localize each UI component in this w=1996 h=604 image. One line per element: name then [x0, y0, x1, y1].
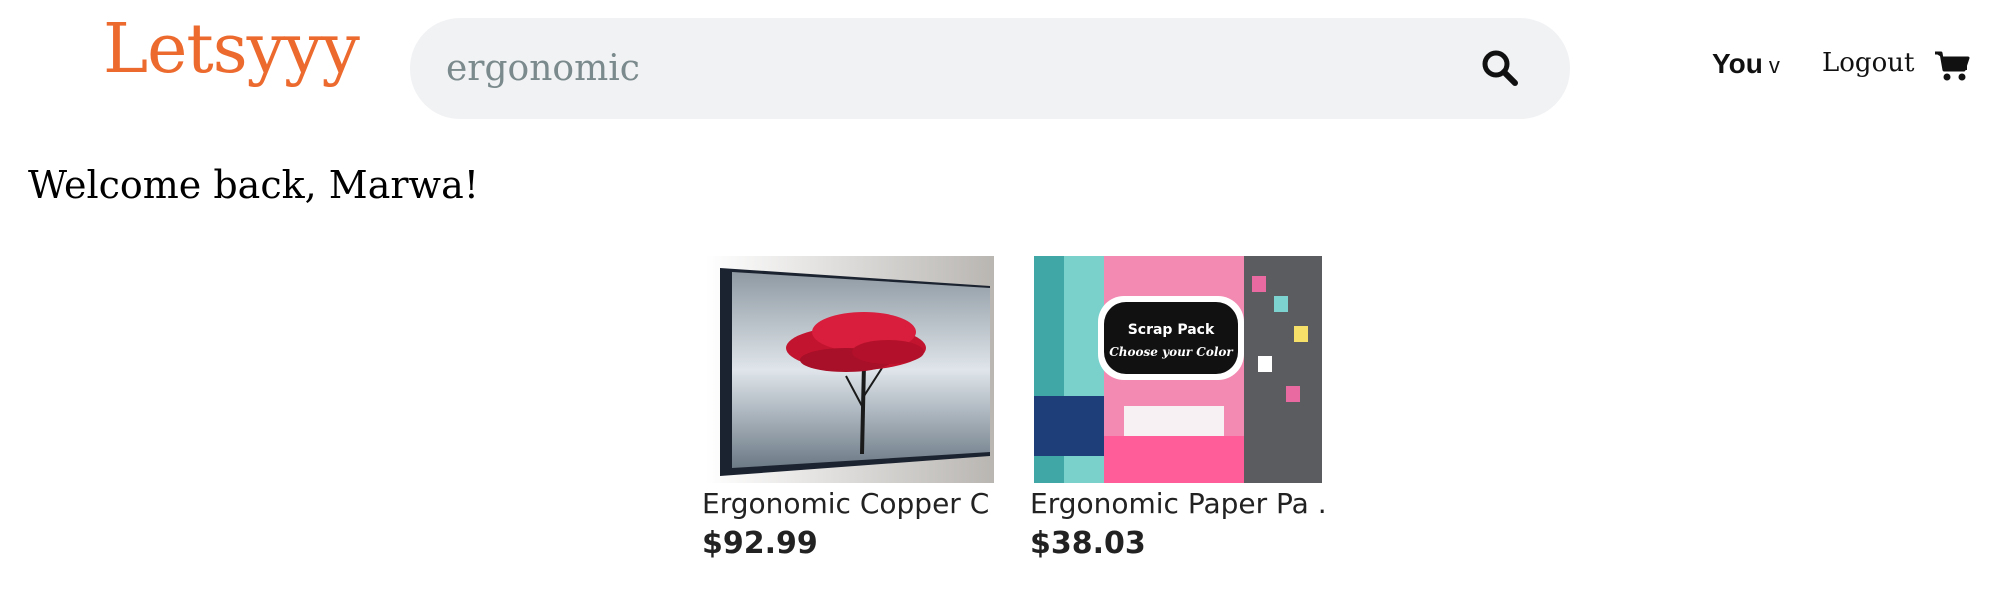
site-header: Letsyyy You v Logout — [0, 0, 1996, 140]
chevron-down-icon: v — [1768, 53, 1780, 78]
image-caption-line-2: Choose your Color — [1109, 345, 1234, 359]
search-bar — [410, 18, 1570, 119]
product-card[interactable]: Scrap Pack Choose your Color Ergonomic P… — [1030, 256, 1326, 561]
welcome-heading: Welcome back, Marwa! — [28, 163, 479, 207]
cart-button[interactable] — [1934, 50, 1970, 82]
site-logo[interactable]: Letsyyy — [103, 16, 360, 84]
product-card[interactable]: Ergonomic Copper C ... $92.99 — [702, 256, 998, 561]
product-price: $92.99 — [702, 526, 818, 561]
cart-icon — [1935, 51, 1970, 81]
search-input[interactable] — [446, 40, 1446, 96]
product-title[interactable]: Ergonomic Paper Pa ... — [1030, 487, 1326, 520]
logout-link[interactable]: Logout — [1822, 48, 1914, 78]
search-button[interactable] — [1480, 48, 1520, 88]
product-image[interactable] — [706, 256, 994, 483]
account-menu-label: You — [1712, 48, 1763, 79]
search-icon — [1482, 50, 1518, 86]
image-caption-line-1: Scrap Pack — [1128, 322, 1215, 338]
account-menu[interactable]: You v — [1712, 48, 1780, 80]
product-price: $38.03 — [1030, 526, 1146, 561]
product-title[interactable]: Ergonomic Copper C ... — [702, 487, 998, 520]
product-image[interactable]: Scrap Pack Choose your Color — [1034, 256, 1322, 483]
